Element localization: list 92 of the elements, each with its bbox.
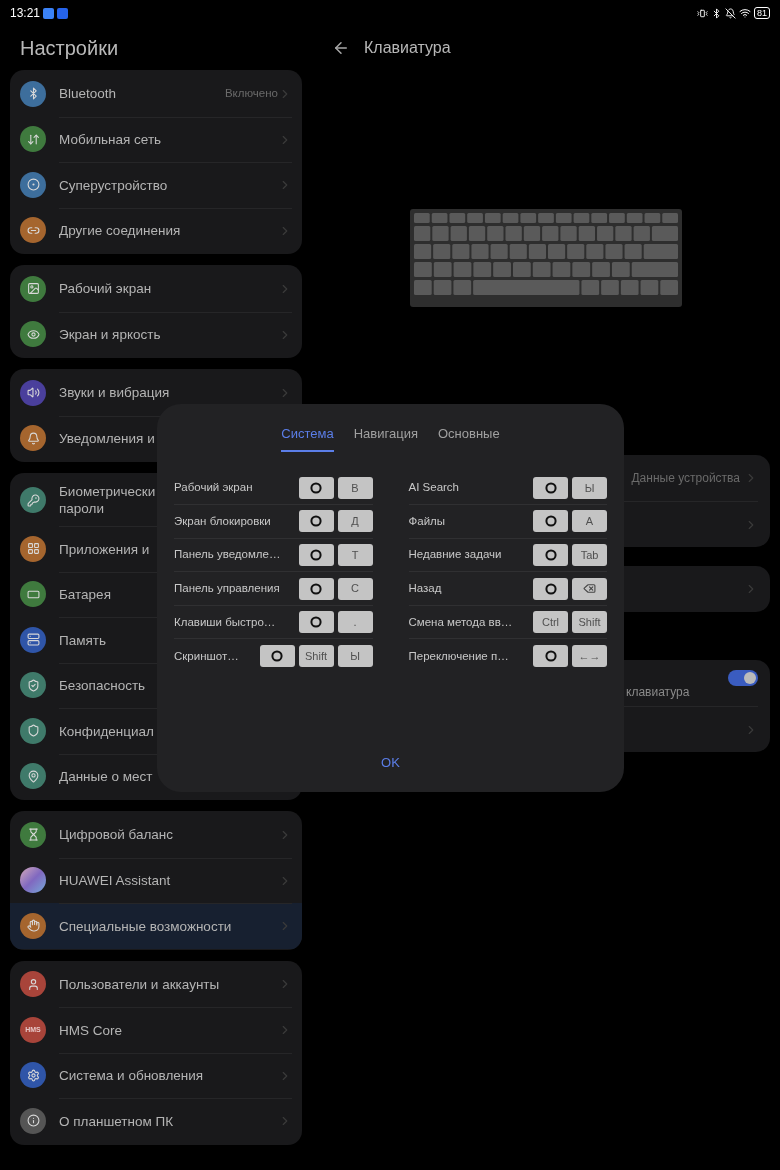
vibrate-icon [697,7,708,19]
battery-level: 81 [754,7,770,19]
settings-item[interactable]: О планшетном ПК [10,1098,302,1144]
shortcut-label: Переключение п… [408,648,509,664]
item-label: Цифровой баланс [59,826,173,844]
back-icon[interactable] [332,39,350,57]
settings-item[interactable]: Рабочий экран [10,266,302,312]
app-icon [57,7,69,19]
row-value: Данные устройства [631,470,740,487]
item-label: Bluetooth [59,85,117,103]
shortcut-label: Рабочий экран [174,480,253,496]
key-label: А [572,510,607,533]
settings-item[interactable]: Экран и яркость [10,311,302,357]
key-label: Т [337,544,373,566]
key-icon [298,544,334,566]
item-label: HUAWEI Assistant [59,872,171,890]
item-label: Мобильная сеть [59,131,162,149]
settings-item[interactable]: Цифровой баланс [10,812,302,858]
tab[interactable]: Основные [437,424,500,452]
settings-item[interactable]: Пользователи и аккаунты [10,961,302,1007]
item-label: HMS Core [59,1021,122,1039]
item-label: Звуки и вибрация [59,384,170,402]
key-icon [533,476,568,499]
shortcut-label: Назад [408,580,442,596]
key-label: С [337,577,373,600]
settings-item[interactable]: Система и обновления [10,1052,302,1098]
sidebar-title: Настройки [19,36,119,61]
key-label: Shift [572,611,607,634]
key-label: В [337,476,373,499]
item-label: Биометрически [59,483,156,500]
settings-item[interactable]: HUAWEI Assistant [10,857,302,903]
key-label: Ctrl [533,611,568,634]
key-label: Shift [298,645,334,668]
page-title: Клавиатура [364,38,451,58]
toggle-switch[interactable] [728,670,758,686]
item-label: Безопасность [59,677,146,695]
backspace-key-icon [572,577,607,600]
bluetooth-icon [711,7,722,19]
key-icon [298,577,334,600]
item-label: Другие соединения [59,222,181,240]
shortcut-label: Экран блокировки [174,513,271,529]
settings-item[interactable]: Другие соединения [10,207,302,253]
shortcut-label: Панель управления [174,580,280,596]
item-label: Данные о мест [59,768,153,786]
assistant-icon [20,867,46,894]
wifi-icon [739,7,751,19]
item-label: пароли [59,500,104,517]
item-label: Приложения и [59,540,150,558]
key-label: Д [337,510,373,533]
notes-icon [43,7,55,19]
shortcut-label: Клавиши быстро… [174,614,276,630]
clock: 13:21 [10,5,41,22]
item-value: Включено [224,86,278,102]
key-label: . [337,611,373,634]
settings-item[interactable]: Мобильная сеть [10,116,302,162]
item-label: Уведомления и [59,430,155,448]
shortcut-label: Смена метода вв… [408,614,513,630]
key-label: Ы [572,476,607,499]
item-label: Экран и яркость [59,326,161,344]
row-label: клавиатура [626,684,690,701]
item-label: Память [59,631,107,649]
item-label: Суперустройство [59,176,168,194]
key-label: Ы [337,645,373,668]
key-label: ←→ [572,645,607,668]
key-icon [533,544,568,566]
key-icon [298,611,334,634]
shortcut-label: Файлы [408,513,446,529]
key-icon [533,510,568,533]
settings-item[interactable]: Суперустройство [10,162,302,208]
shortcut-label: Скриншот… [174,648,239,664]
item-label: Специальные возможности [59,917,232,935]
ok-button[interactable]: OK [375,750,406,774]
key-icon [298,476,334,499]
shortcut-label: Недавние задачи [408,547,502,563]
item-label: Рабочий экран [59,280,152,298]
key-label: Tab [572,544,607,566]
item-label: Конфиденциал [59,722,154,740]
item-label: Батарея [59,586,111,604]
key-icon [259,645,295,668]
tab[interactable]: Система [281,424,334,452]
key-icon [533,645,568,668]
settings-item[interactable]: Bluetooth Включено [10,71,302,117]
settings-item[interactable]: Специальные возможности [10,903,302,949]
item-label: Система и обновления [59,1067,204,1085]
shortcut-label: Панель уведомле… [174,547,281,563]
shortcut-label: AI Search [408,480,459,496]
key-icon [533,577,568,600]
tab[interactable]: Навигация [353,424,418,452]
item-label: Пользователи и аккаунты [59,975,220,993]
bell-off-icon [725,7,736,19]
key-icon [298,510,334,533]
item-label: О планшетном ПК [59,1112,174,1130]
